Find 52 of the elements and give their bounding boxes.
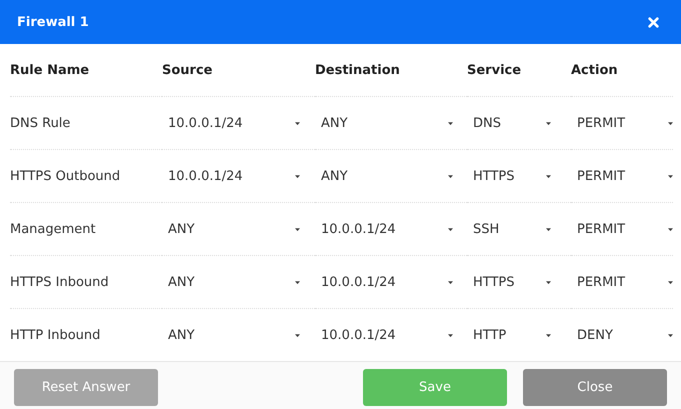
close-icon[interactable]	[648, 16, 659, 28]
service-dropdown[interactable]: SSH	[467, 222, 551, 236]
caret-icon	[448, 226, 453, 232]
action-dropdown[interactable]: PERMIT	[571, 116, 673, 130]
caret-icon	[448, 174, 453, 178]
column-header: Source	[162, 62, 212, 78]
action-dropdown[interactable]: PERMIT	[571, 168, 673, 184]
column-header: Action	[571, 62, 618, 78]
rule-name: Management	[10, 222, 96, 236]
source-dropdown[interactable]: ANY	[162, 328, 300, 342]
destination-dropdown[interactable]: 10.0.0.1/24	[315, 274, 453, 290]
caret-icon	[448, 280, 453, 284]
rule-name: HTTPS Inbound	[10, 274, 109, 290]
caret-icon	[448, 332, 453, 338]
service-dropdown[interactable]: HTTP	[467, 328, 551, 342]
caret-icon	[295, 332, 300, 338]
service-dropdown[interactable]: DNS	[467, 116, 551, 130]
caret-icon	[546, 226, 551, 232]
action-dropdown[interactable]: DENY	[571, 328, 673, 342]
destination-dropdown[interactable]: ANY	[315, 116, 453, 130]
caret-icon	[546, 332, 551, 338]
caret-icon	[668, 120, 673, 126]
caret-icon	[295, 226, 300, 232]
caret-icon	[546, 120, 551, 126]
caret-icon	[668, 226, 673, 232]
destination-dropdown[interactable]: 10.0.0.1/24	[315, 328, 453, 342]
caret-icon	[295, 174, 300, 178]
action-dropdown[interactable]: PERMIT	[571, 222, 673, 236]
caret-icon	[668, 332, 673, 338]
column-header: Rule Name	[10, 62, 90, 78]
caret-icon	[295, 120, 300, 126]
source-dropdown[interactable]: 10.0.0.1/24	[162, 168, 300, 184]
destination-dropdown[interactable]: 10.0.0.1/24	[315, 222, 453, 236]
caret-icon	[546, 174, 551, 178]
action-dropdown[interactable]: PERMIT	[571, 274, 673, 290]
caret-icon	[295, 280, 300, 284]
source-dropdown[interactable]: 10.0.0.1/24	[162, 116, 300, 130]
caret-icon	[546, 280, 551, 284]
destination-dropdown[interactable]: ANY	[315, 168, 453, 184]
column-header: Service	[467, 62, 522, 78]
caret-icon	[448, 120, 453, 126]
rule-name: DNS Rule	[10, 116, 70, 130]
rule-name: HTTP Inbound	[10, 328, 100, 342]
service-dropdown[interactable]: HTTPS	[467, 168, 551, 184]
source-dropdown[interactable]: ANY	[162, 274, 300, 290]
service-dropdown[interactable]: HTTPS	[467, 274, 551, 290]
source-dropdown[interactable]: ANY	[162, 222, 300, 236]
caret-icon	[668, 280, 673, 284]
rule-name: HTTPS Outbound	[10, 168, 120, 184]
column-header: Destination	[315, 62, 400, 78]
window-title: Firewall 1	[17, 14, 89, 30]
caret-icon	[668, 174, 673, 178]
